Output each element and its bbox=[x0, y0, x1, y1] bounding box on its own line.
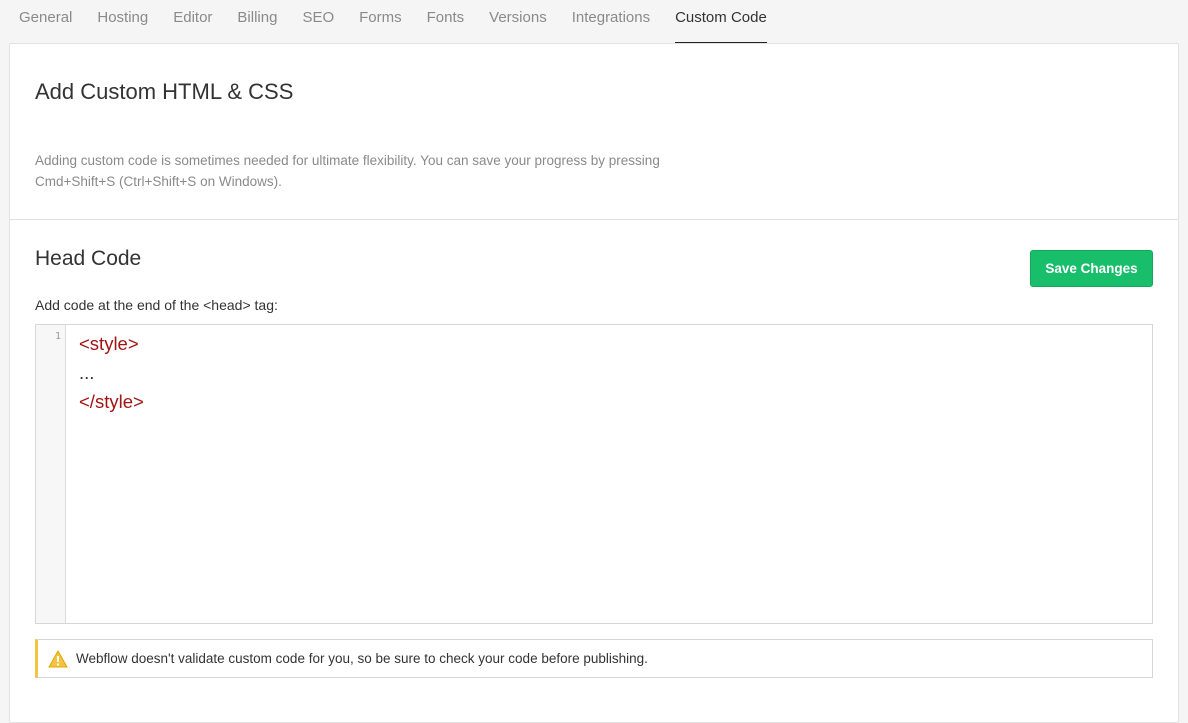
head-code-editor[interactable]: 1 <style> ... </style> bbox=[35, 324, 1153, 624]
validation-warning: Webflow doesn't validate custom code for… bbox=[35, 639, 1153, 678]
page-title: Add Custom HTML & CSS bbox=[35, 79, 294, 104]
settings-card: Add Custom HTML & CSS Adding custom code… bbox=[9, 43, 1179, 723]
line-number: 1 bbox=[54, 331, 61, 342]
tab-forms[interactable]: Forms bbox=[359, 0, 402, 44]
code-line: ... bbox=[79, 362, 95, 383]
line-number-gutter: 1 bbox=[36, 325, 66, 623]
tab-general[interactable]: General bbox=[19, 0, 72, 44]
tab-custom-code[interactable]: Custom Code bbox=[675, 0, 767, 44]
code-area[interactable]: <style> ... </style> bbox=[66, 325, 1152, 623]
warning-icon bbox=[48, 649, 68, 668]
intro-section: Add Custom HTML & CSS Adding custom code… bbox=[10, 44, 1178, 220]
head-code-label: Add code at the end of the <head> tag: bbox=[35, 297, 278, 313]
tab-versions[interactable]: Versions bbox=[489, 0, 547, 44]
warning-text: Webflow doesn't validate custom code for… bbox=[76, 651, 648, 666]
tab-billing[interactable]: Billing bbox=[237, 0, 277, 44]
code-line: </style> bbox=[79, 391, 144, 412]
tab-seo[interactable]: SEO bbox=[302, 0, 334, 44]
section-title: Head Code bbox=[35, 247, 142, 270]
tab-fonts[interactable]: Fonts bbox=[427, 0, 465, 44]
code-line: <style> bbox=[79, 333, 139, 354]
tab-integrations[interactable]: Integrations bbox=[572, 0, 650, 44]
tab-hosting[interactable]: Hosting bbox=[97, 0, 148, 44]
save-changes-button[interactable]: Save Changes bbox=[1030, 250, 1153, 287]
page-description: Adding custom code is sometimes needed f… bbox=[35, 153, 660, 189]
head-code-section: Head Code Save Changes Add code at the e… bbox=[10, 220, 1178, 678]
settings-tabs: General Hosting Editor Billing SEO Forms… bbox=[0, 0, 1188, 44]
tab-editor[interactable]: Editor bbox=[173, 0, 212, 44]
